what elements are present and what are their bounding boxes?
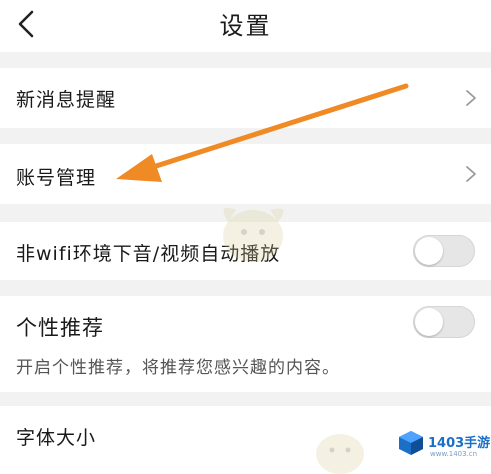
page-title: 设置 bbox=[219, 12, 272, 40]
chevron-right-icon bbox=[466, 90, 476, 106]
settings-row-personalized-recommendation: 个性推荐 开启个性推荐，将推荐您感兴趣的内容。 bbox=[0, 296, 491, 392]
autoplay-toggle[interactable] bbox=[413, 235, 475, 267]
cube-logo-icon bbox=[399, 431, 423, 455]
mascot-watermark-icon bbox=[223, 207, 284, 262]
toggle-knob bbox=[415, 237, 443, 265]
nav-bar: 设置 bbox=[0, 0, 491, 52]
row-label: 新消息提醒 bbox=[16, 89, 117, 111]
settings-row-new-message-alert[interactable]: 新消息提醒 bbox=[0, 68, 491, 128]
row-label: 字体大小 bbox=[16, 427, 97, 449]
row-description: 开启个性推荐，将推荐您感兴趣的内容。 bbox=[16, 358, 340, 378]
mascot-watermark-icon bbox=[316, 434, 364, 474]
site-logo-watermark: 1403手游网 www.1403.cn bbox=[394, 424, 491, 466]
toggle-knob bbox=[415, 308, 443, 336]
row-label: 个性推荐 bbox=[16, 316, 104, 340]
row-label: 账号管理 bbox=[16, 167, 97, 189]
logo-subtext: www.1403.cn bbox=[430, 450, 478, 458]
logo-text: 1403手游网 bbox=[428, 436, 491, 451]
personalized-recommendation-toggle[interactable] bbox=[413, 306, 475, 338]
chevron-right-icon bbox=[466, 166, 476, 182]
